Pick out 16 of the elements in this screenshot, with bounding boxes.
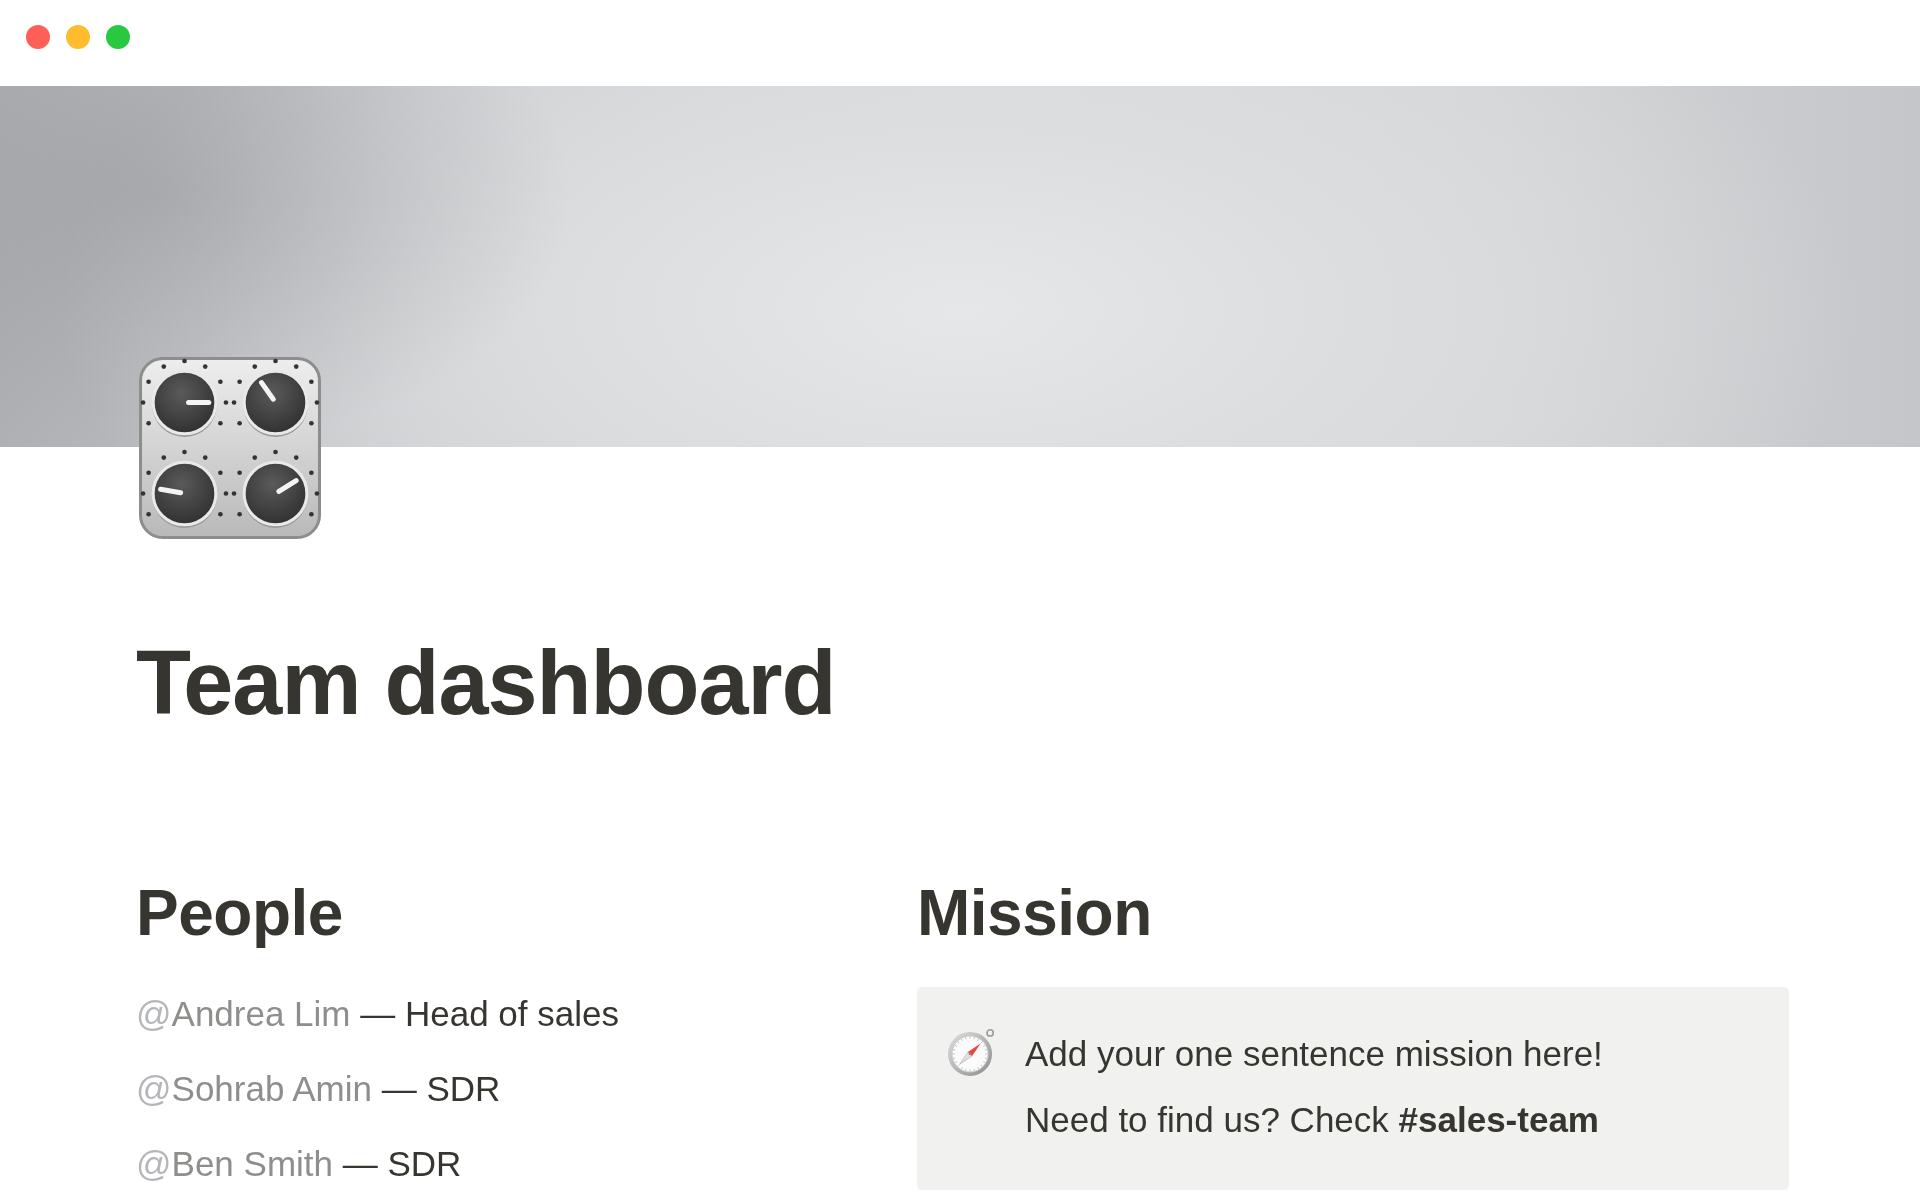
control-knobs-icon <box>139 357 321 539</box>
section-heading: Mission <box>917 876 1153 951</box>
page-title: Team dashboard <box>136 632 837 735</box>
close-button[interactable] <box>26 25 50 49</box>
person-entry: @Ben Smith — SDR <box>136 1142 463 1185</box>
compass-icon <box>947 1027 996 1077</box>
zoom-button[interactable] <box>106 25 130 49</box>
user-mention[interactable]: @Andrea Lim <box>136 993 351 1033</box>
user-mention[interactable]: @Sohrab Amin <box>136 1068 372 1108</box>
user-mention[interactable]: @Ben Smith <box>136 1143 333 1183</box>
callout-text: Need to find us? Check #sales-team <box>1025 1098 1600 1141</box>
minimize-button[interactable] <box>66 25 90 49</box>
section-heading: People <box>136 876 344 951</box>
callout-text: Add your one sentence mission here! <box>1025 1032 1603 1075</box>
person-entry: @Sohrab Amin — SDR <box>136 1067 502 1110</box>
person-entry: @Andrea Lim — Head of sales <box>136 992 620 1035</box>
